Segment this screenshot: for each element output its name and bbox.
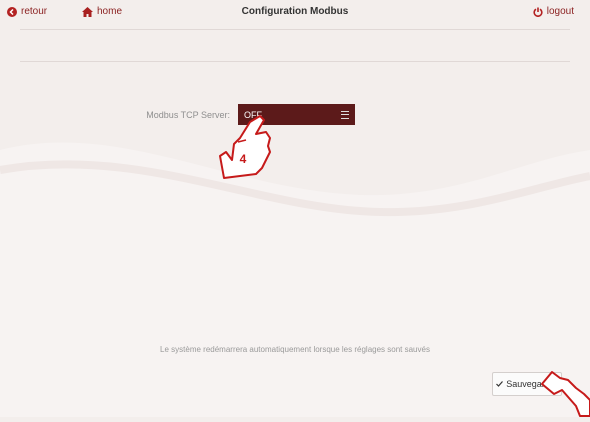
step-number: 4 (240, 152, 247, 166)
power-icon (533, 7, 543, 17)
logout-label: logout (546, 6, 574, 17)
page-title: Configuration Modbus (241, 6, 349, 17)
header-divider (20, 29, 570, 30)
restart-notice: Le système redémarrera automatiquement l… (160, 345, 430, 354)
hand-pointer-icon (540, 370, 590, 422)
logout-link[interactable]: logout (533, 6, 574, 17)
section-divider (20, 61, 570, 62)
menu-icon (341, 110, 349, 119)
background-wave (0, 142, 590, 417)
top-bar: retour home Configuration Modbus logout (0, 0, 590, 28)
check-icon (496, 379, 504, 389)
hand-pointer-icon: 4 (212, 108, 274, 188)
